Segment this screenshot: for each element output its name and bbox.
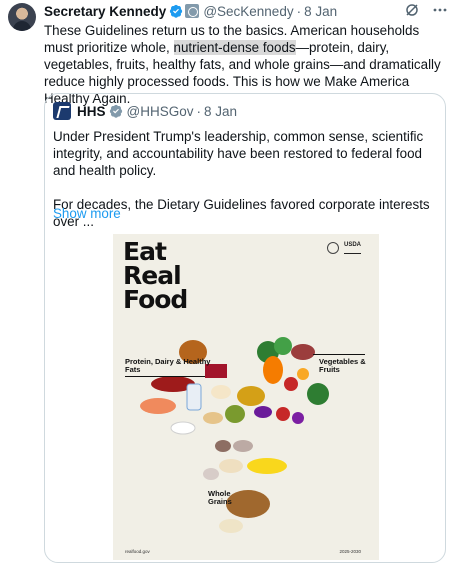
show-more-link[interactable]: Show more	[53, 206, 121, 221]
usda-seal: USDA	[343, 242, 361, 254]
quote-timestamp[interactable]: 8 Jan	[204, 104, 237, 119]
hhs-seal-icon	[326, 242, 339, 254]
category-underline	[125, 376, 205, 377]
quote-text: Under President Trump's leadership, comm…	[53, 128, 438, 247]
government-verified-icon	[109, 104, 123, 118]
quote-display-name[interactable]: HHS	[77, 104, 106, 119]
government-badge-icon	[185, 4, 200, 18]
verified-badge-icon	[169, 4, 183, 18]
poster-image[interactable]: Eat Real Food USDA Protein, Dairy & Heal…	[113, 234, 379, 560]
timestamp[interactable]: 8 Jan	[304, 4, 337, 19]
category-protein-label: Protein, Dairy & Healthy Fats	[125, 357, 211, 374]
separator-dot: ·	[196, 103, 201, 119]
tweet-actions-top	[404, 2, 448, 18]
quote-header: HHS @HHSGov · 8 Jan	[53, 102, 237, 120]
tweet[interactable]: Secretary Kennedy @SecKennedy · 8 Jan Th…	[0, 0, 454, 566]
separator-dot: ·	[296, 3, 302, 19]
display-name[interactable]: Secretary Kennedy	[44, 4, 166, 19]
poster-seals: USDA	[326, 242, 361, 254]
hhs-logo-icon[interactable]	[53, 102, 71, 120]
grok-icon[interactable]	[404, 2, 420, 18]
poster-title-line: Food	[123, 285, 188, 314]
poster-footer-url: realfood.gov	[125, 549, 150, 554]
poster-title: Eat Real Food	[123, 239, 243, 314]
category-grains-label: Whole Grains	[208, 489, 232, 506]
category-vegetables-label: Vegetables & Fruits	[319, 357, 366, 374]
quote-paragraph-1: Under President Trump's leadership, comm…	[53, 129, 424, 178]
tweet-header: Secretary Kennedy @SecKennedy · 8 Jan	[44, 2, 337, 20]
avatar[interactable]	[8, 3, 36, 31]
category-underline	[313, 354, 365, 355]
quoted-tweet[interactable]: HHS @HHSGov · 8 Jan Under President Trum…	[44, 93, 446, 563]
highlighted-text: nutrient-dense foods	[173, 40, 296, 55]
more-options-icon[interactable]	[432, 2, 448, 18]
poster-footer-years: 2025-2030	[339, 549, 361, 554]
quote-handle[interactable]: @HHSGov	[127, 104, 194, 119]
handle[interactable]: @SecKennedy	[203, 4, 293, 19]
